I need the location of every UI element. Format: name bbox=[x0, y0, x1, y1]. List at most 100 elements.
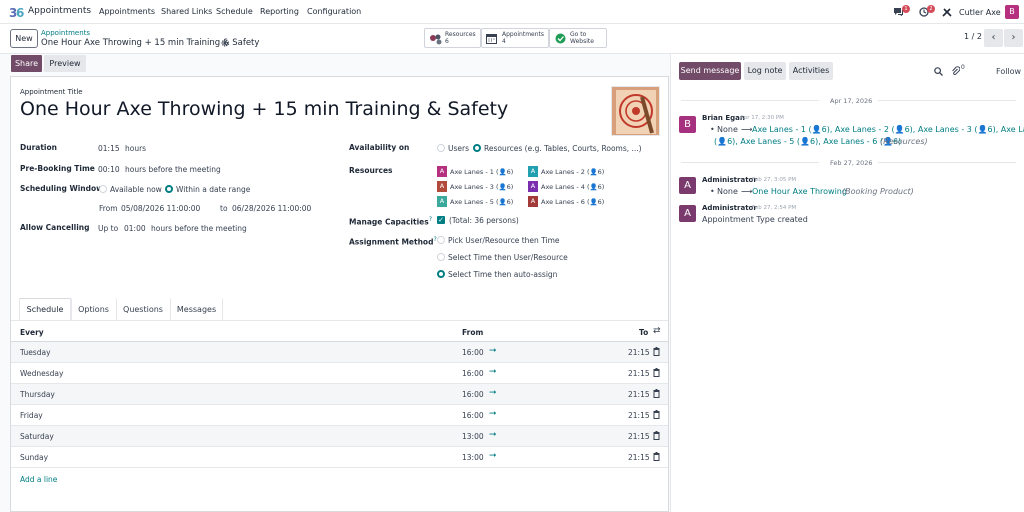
search-icon[interactable] bbox=[934, 67, 943, 76]
resource-tag[interactable]: Axe Lanes - 2 (👤6) bbox=[541, 168, 604, 176]
tab-schedule[interactable]: Schedule bbox=[19, 298, 71, 320]
title-input[interactable]: One Hour Axe Throwing + 15 min Training … bbox=[20, 98, 508, 120]
share-button[interactable]: Share bbox=[11, 55, 42, 72]
availability-resources-radio[interactable] bbox=[473, 144, 481, 152]
table-row[interactable]: Wednesday 16:00 ➞ 21:15 bbox=[11, 363, 668, 384]
table-row[interactable]: Thursday 16:00 ➞ 21:15 bbox=[11, 384, 668, 405]
add-line-link[interactable]: Add a line bbox=[20, 475, 57, 484]
activities-button[interactable]: Activities bbox=[789, 62, 833, 80]
trash-icon[interactable] bbox=[653, 431, 660, 440]
log-note-button[interactable]: Log note bbox=[744, 62, 786, 80]
date-range-radio[interactable] bbox=[165, 185, 173, 193]
resource-tag[interactable]: Axe Lanes - 1 (👤6) bbox=[450, 168, 513, 176]
resource-tag[interactable]: Axe Lanes - 4 (👤6) bbox=[541, 183, 604, 191]
assignment-option-3-radio[interactable] bbox=[437, 270, 445, 278]
row-from[interactable]: 13:00 bbox=[462, 453, 484, 462]
menu-schedule[interactable]: Schedule bbox=[216, 7, 253, 16]
follow-button[interactable]: Follow bbox=[996, 67, 1021, 76]
resource-tag[interactable]: Axe Lanes - 6 (👤6) bbox=[541, 198, 604, 206]
duration-input[interactable]: 01:15 bbox=[98, 144, 120, 153]
availability-users-label[interactable]: Users bbox=[448, 144, 469, 153]
user-avatar[interactable]: B bbox=[1005, 5, 1019, 19]
row-to[interactable]: 21:15 bbox=[628, 369, 650, 378]
new-button[interactable]: New bbox=[10, 29, 38, 48]
available-now-radio[interactable] bbox=[99, 185, 107, 193]
trash-icon[interactable] bbox=[653, 347, 660, 356]
resource-tag[interactable]: Axe Lanes - 5 (👤6) bbox=[450, 198, 513, 206]
trash-icon[interactable] bbox=[653, 389, 660, 398]
row-from[interactable]: 13:00 bbox=[462, 432, 484, 441]
tab-questions[interactable]: Questions bbox=[116, 298, 170, 320]
from-date-input[interactable]: 05/08/2026 11:00:00 bbox=[121, 204, 200, 213]
menu-reporting[interactable]: Reporting bbox=[260, 7, 299, 16]
row-day[interactable]: Wednesday bbox=[20, 369, 63, 378]
row-from[interactable]: 16:00 bbox=[462, 369, 484, 378]
available-now-label[interactable]: Available now bbox=[110, 185, 162, 194]
row-to[interactable]: 21:15 bbox=[628, 411, 650, 420]
help-icon[interactable]: ? bbox=[429, 216, 432, 223]
assignment-option-1-radio[interactable] bbox=[437, 236, 445, 244]
availability-resources-label[interactable]: Resources (e.g. Tables, Courts, Rooms, .… bbox=[484, 144, 642, 153]
menu-shared-links[interactable]: Shared Links bbox=[161, 7, 212, 16]
table-row[interactable]: Saturday 13:00 ➞ 21:15 bbox=[11, 426, 668, 447]
column-settings-icon[interactable]: ⇄ bbox=[653, 326, 661, 336]
company-name[interactable]: Cutler Axe bbox=[959, 8, 1001, 17]
preview-button[interactable]: Preview bbox=[44, 55, 86, 72]
pager-previous-button[interactable]: ‹ bbox=[984, 29, 1003, 47]
trash-icon[interactable] bbox=[653, 410, 660, 419]
app-logo-icon[interactable]: 3 6 bbox=[9, 4, 25, 20]
column-from[interactable]: From bbox=[462, 328, 483, 337]
row-to[interactable]: 21:15 bbox=[628, 453, 650, 462]
trash-icon[interactable] bbox=[653, 452, 660, 461]
manage-capacities-checkbox[interactable]: ✓ bbox=[437, 216, 445, 224]
row-from[interactable]: 16:00 bbox=[462, 390, 484, 399]
assignment-option-3-label[interactable]: Select Time then auto-assign bbox=[448, 270, 557, 279]
menu-appointments[interactable]: Appointments bbox=[99, 7, 155, 16]
assignment-option-1-label[interactable]: Pick User/Resource then Time bbox=[448, 236, 560, 245]
pager-value[interactable]: 1 / 2 bbox=[964, 32, 982, 41]
tab-options[interactable]: Options bbox=[71, 298, 116, 320]
assignment-option-2-label[interactable]: Select Time then User/Resource bbox=[448, 253, 568, 262]
menu-configuration[interactable]: Configuration bbox=[307, 7, 361, 16]
resources-smart-button[interactable]: Resources 6 bbox=[424, 28, 481, 48]
trash-icon[interactable] bbox=[653, 368, 660, 377]
table-row[interactable]: Sunday 13:00 ➞ 21:15 bbox=[11, 447, 668, 468]
go-to-website-button[interactable]: Go to Website bbox=[549, 28, 607, 48]
row-day[interactable]: Thursday bbox=[20, 390, 55, 399]
paperclip-icon[interactable] bbox=[951, 66, 960, 76]
row-day[interactable]: Sunday bbox=[20, 453, 48, 462]
column-to[interactable]: To bbox=[639, 328, 648, 337]
send-message-button[interactable]: Send message bbox=[679, 62, 741, 80]
row-to[interactable]: 21:15 bbox=[628, 432, 650, 441]
row-to[interactable]: 21:15 bbox=[628, 390, 650, 399]
row-day[interactable]: Friday bbox=[20, 411, 43, 420]
cancel-input[interactable]: 01:00 bbox=[124, 224, 146, 233]
message-author[interactable]: Brian Egan bbox=[702, 114, 745, 122]
message-author[interactable]: Administrator bbox=[702, 204, 757, 212]
row-day[interactable]: Saturday bbox=[20, 432, 54, 441]
availability-users-radio[interactable] bbox=[437, 144, 445, 152]
author-avatar[interactable]: B bbox=[679, 116, 696, 133]
tab-messages[interactable]: Messages bbox=[170, 298, 223, 320]
breadcrumb[interactable]: Appointments bbox=[41, 29, 90, 37]
pager-next-button[interactable]: › bbox=[1004, 29, 1023, 47]
row-day[interactable]: Tuesday bbox=[20, 348, 51, 357]
resource-tag[interactable]: Axe Lanes - 3 (👤6) bbox=[450, 183, 513, 191]
app-name[interactable]: Appointments bbox=[28, 6, 91, 16]
author-avatar[interactable]: A bbox=[679, 205, 696, 222]
to-date-input[interactable]: 06/28/2026 11:00:00 bbox=[232, 204, 311, 213]
table-row[interactable]: Tuesday 16:00 ➞ 21:15 bbox=[11, 342, 668, 363]
date-range-label[interactable]: Within a date range bbox=[176, 185, 250, 194]
message-author[interactable]: Administrator bbox=[702, 176, 757, 184]
tools-icon[interactable] bbox=[942, 7, 952, 17]
row-to[interactable]: 21:15 bbox=[628, 348, 650, 357]
appointment-image[interactable] bbox=[611, 86, 660, 136]
author-avatar[interactable]: A bbox=[679, 177, 696, 194]
table-row[interactable]: Friday 16:00 ➞ 21:15 bbox=[11, 405, 668, 426]
row-from[interactable]: 16:00 bbox=[462, 411, 484, 420]
gear-icon[interactable] bbox=[221, 39, 229, 47]
assignment-option-2-radio[interactable] bbox=[437, 253, 445, 261]
appointments-smart-button[interactable]: Appointments 4 bbox=[481, 28, 549, 48]
prebooking-input[interactable]: 00:10 bbox=[98, 165, 120, 174]
row-from[interactable]: 16:00 bbox=[462, 348, 484, 357]
